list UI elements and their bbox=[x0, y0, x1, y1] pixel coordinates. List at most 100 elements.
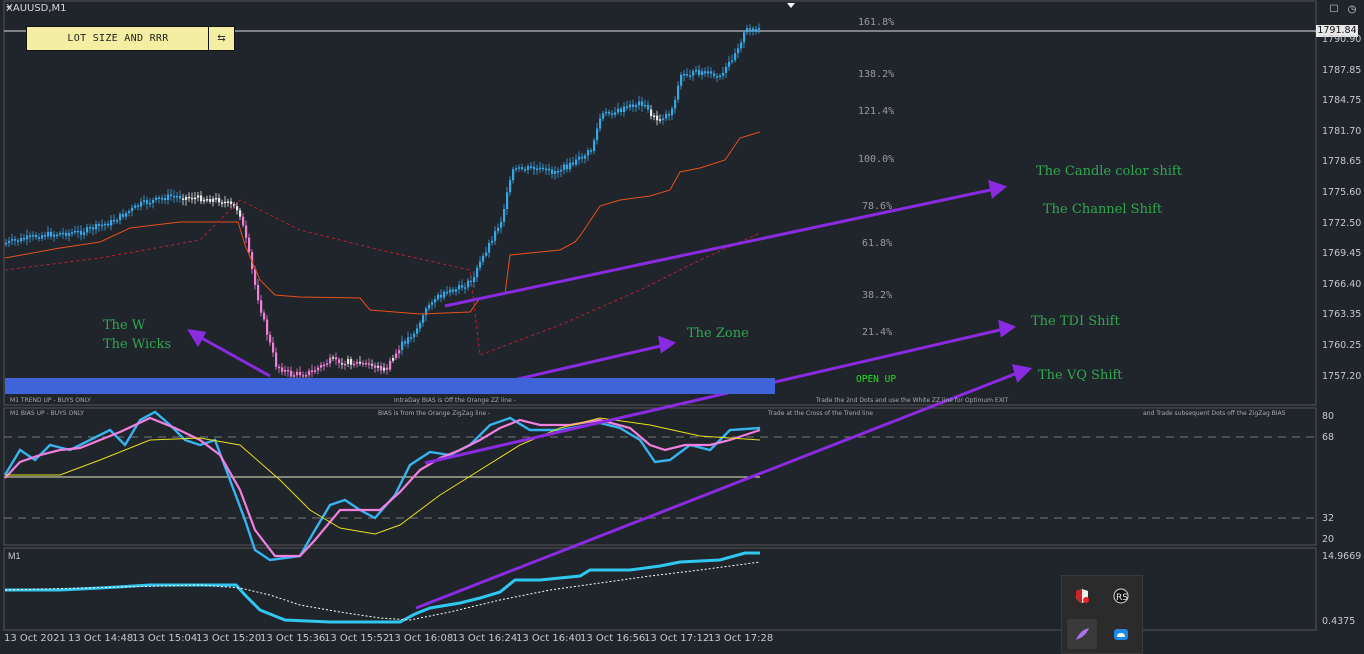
annotation-the-zone: The Zone bbox=[687, 326, 749, 341]
candle bbox=[44, 235, 47, 237]
candle bbox=[194, 197, 197, 200]
calculator-icon[interactable]: ⇆ bbox=[208, 26, 235, 51]
candle bbox=[569, 162, 572, 170]
candle bbox=[713, 73, 716, 77]
annotation-candle-color-shift: The Candle color shift bbox=[1036, 164, 1182, 179]
candle bbox=[518, 167, 521, 169]
price-axis-label: 1790.90 bbox=[1322, 34, 1362, 45]
orange-channel-line bbox=[4, 131, 761, 315]
price-axis-label: 1781.70 bbox=[1322, 125, 1362, 137]
candle bbox=[617, 108, 620, 113]
candle bbox=[323, 364, 326, 367]
candle bbox=[485, 252, 488, 256]
trade2-label: Trade the 2nd Dots and use the White ZZ … bbox=[816, 397, 1009, 404]
candle bbox=[392, 358, 395, 361]
candle bbox=[137, 205, 140, 207]
candle bbox=[662, 118, 665, 120]
candle bbox=[200, 195, 203, 202]
candle bbox=[704, 71, 707, 74]
app-tray-icon[interactable]: RS bbox=[1106, 581, 1136, 611]
candle bbox=[752, 28, 755, 32]
candle bbox=[116, 220, 119, 222]
candle bbox=[62, 232, 65, 235]
candle bbox=[290, 370, 293, 377]
candle bbox=[344, 363, 347, 366]
time-axis-label: 13 Oct 15:04 bbox=[132, 633, 198, 644]
candle bbox=[530, 166, 533, 168]
candle bbox=[50, 231, 53, 237]
candle bbox=[332, 357, 335, 359]
feather-icon[interactable] bbox=[1067, 619, 1097, 649]
time-axis-label: 13 Oct 15:52 bbox=[324, 633, 390, 644]
candle bbox=[386, 367, 389, 370]
candle bbox=[35, 234, 38, 238]
candle bbox=[212, 198, 215, 202]
price-chart[interactable] bbox=[0, 0, 1364, 652]
open-up-label: OPEN UP bbox=[856, 374, 897, 385]
cloud-icon[interactable] bbox=[1106, 619, 1136, 649]
time-axis-label: 13 Oct 16:08 bbox=[388, 633, 454, 644]
candle bbox=[284, 370, 287, 372]
candle bbox=[314, 370, 317, 372]
candle bbox=[203, 199, 206, 202]
candle bbox=[506, 192, 509, 209]
candle bbox=[68, 232, 71, 236]
candle bbox=[47, 231, 50, 237]
clock-icon[interactable]: ◷ bbox=[1346, 3, 1358, 15]
candle bbox=[755, 28, 758, 32]
candle bbox=[350, 359, 353, 365]
candle bbox=[707, 71, 710, 74]
candle bbox=[734, 53, 737, 61]
candle bbox=[218, 197, 221, 203]
candle bbox=[29, 235, 32, 237]
candle bbox=[245, 225, 248, 238]
candle bbox=[737, 48, 740, 54]
candle bbox=[638, 101, 641, 106]
candle bbox=[446, 291, 449, 294]
candle bbox=[545, 168, 548, 171]
candle bbox=[620, 108, 623, 112]
candle bbox=[98, 224, 101, 226]
candle bbox=[611, 113, 614, 116]
candle bbox=[119, 214, 122, 221]
fib-level-label: 161.8% bbox=[858, 17, 895, 28]
candle bbox=[527, 166, 530, 170]
candle bbox=[503, 208, 506, 222]
tdi-axis-label: 68 bbox=[1322, 432, 1335, 443]
candle bbox=[359, 361, 362, 364]
tdi-bias-label: M1 BIAS UP - BUYS ONLY bbox=[10, 410, 84, 417]
candle bbox=[383, 367, 386, 371]
candle bbox=[410, 337, 413, 339]
candle bbox=[650, 109, 653, 117]
candle bbox=[521, 167, 524, 169]
candle bbox=[56, 234, 59, 237]
candle bbox=[32, 234, 35, 237]
lot-size-button[interactable]: LOT SIZE AND RRR bbox=[26, 26, 210, 51]
candle bbox=[746, 28, 749, 33]
candle bbox=[296, 371, 299, 376]
candle bbox=[689, 75, 692, 78]
candle bbox=[65, 232, 68, 236]
candle bbox=[401, 341, 404, 351]
candle bbox=[635, 105, 638, 108]
candle bbox=[716, 76, 719, 78]
price-axis-label: 1760.25 bbox=[1322, 340, 1362, 351]
candle bbox=[83, 232, 86, 235]
candle bbox=[539, 167, 542, 170]
price-axis-label: 1772.50 bbox=[1322, 217, 1362, 229]
candle bbox=[23, 237, 26, 240]
tdi-from-label: BIAS is from the Orange ZigZag line - bbox=[378, 410, 491, 417]
candle bbox=[125, 212, 128, 217]
candle bbox=[272, 342, 275, 353]
maximize-icon[interactable]: ☐ bbox=[1328, 3, 1340, 15]
candle bbox=[275, 352, 278, 367]
candle bbox=[95, 224, 98, 230]
candle bbox=[53, 234, 56, 237]
candle bbox=[719, 75, 722, 78]
candle bbox=[665, 114, 668, 119]
candle bbox=[158, 197, 161, 199]
tdi-rsi-line bbox=[3, 410, 761, 562]
candle bbox=[491, 240, 494, 243]
shield-icon[interactable] bbox=[1067, 581, 1097, 611]
time-axis-label: 13 Oct 16:40 bbox=[516, 633, 582, 644]
